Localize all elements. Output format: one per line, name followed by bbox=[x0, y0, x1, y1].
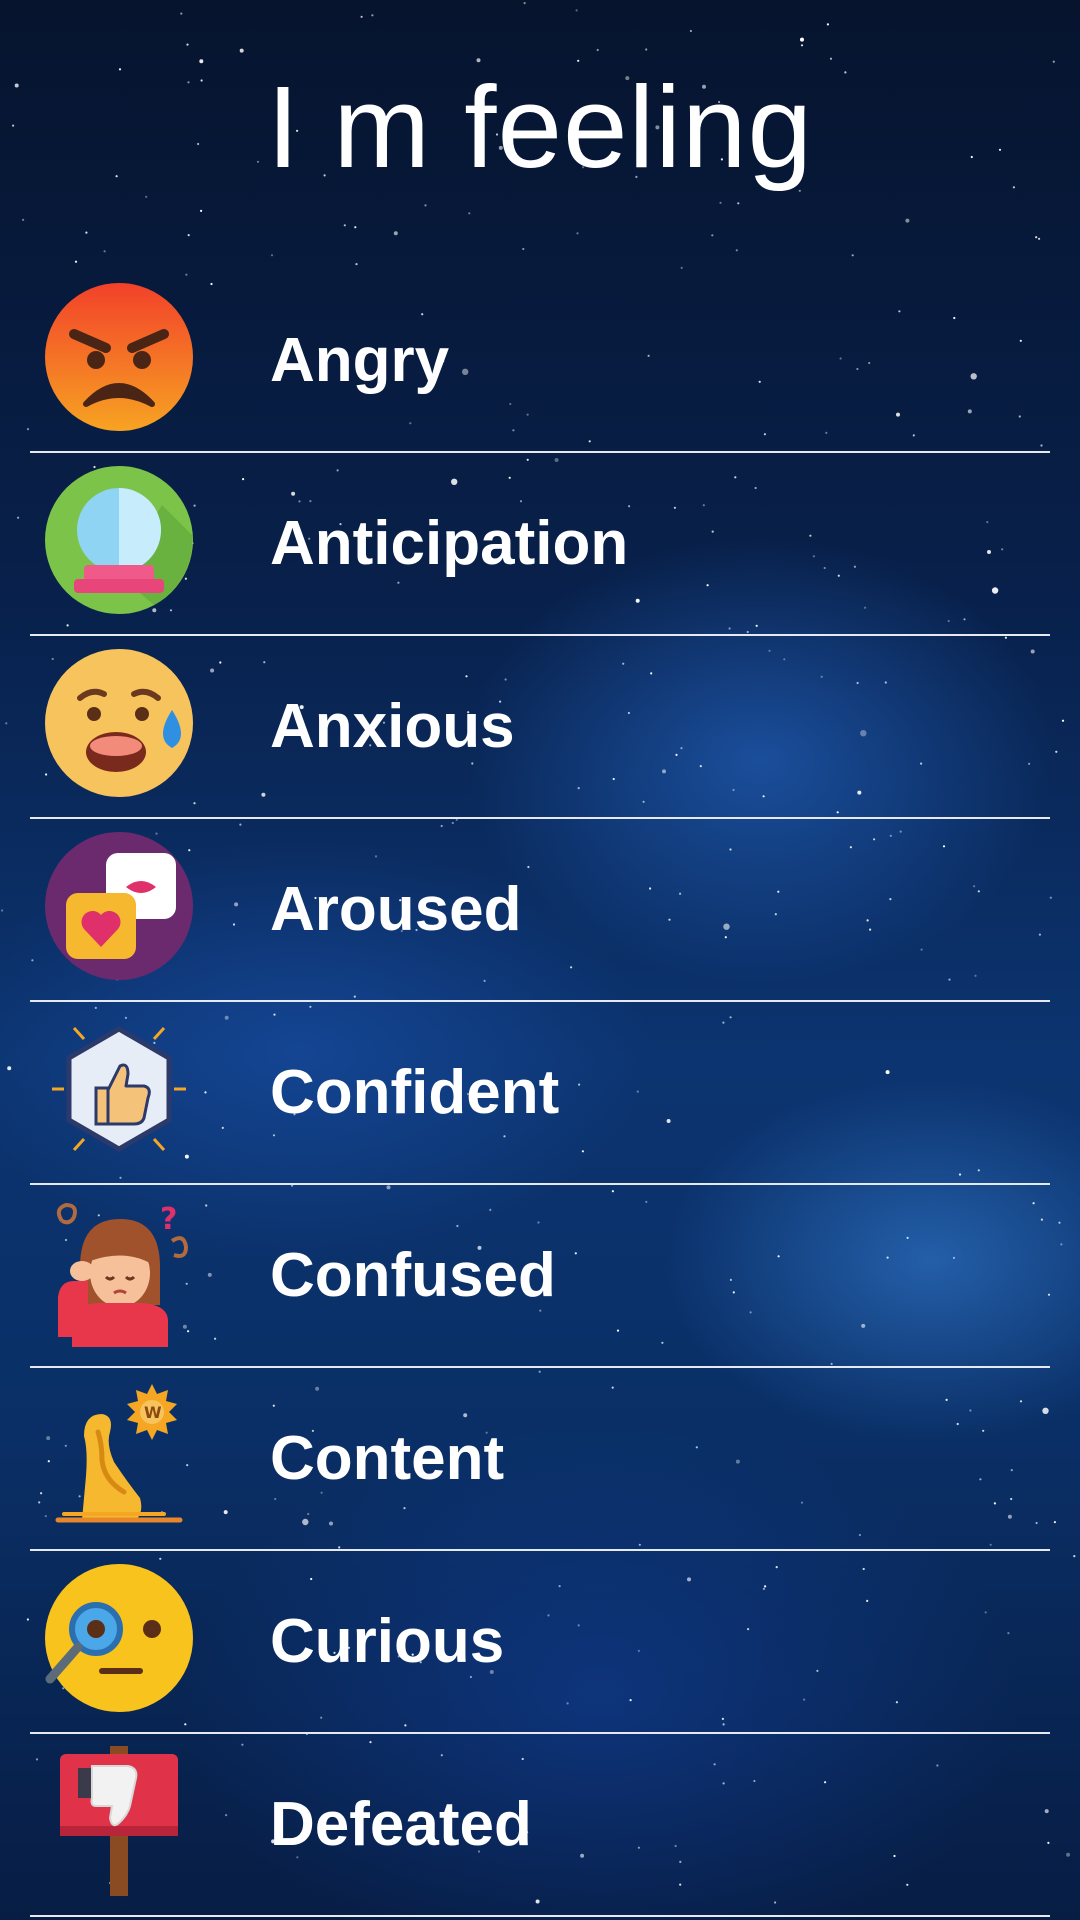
feelings-list: Angry Anticipation Anxious Aroused Confi… bbox=[30, 270, 1050, 1917]
crystal-ball-icon bbox=[44, 465, 194, 615]
feeling-label: Angry bbox=[270, 326, 450, 395]
feeling-item-angry[interactable]: Angry bbox=[30, 270, 1050, 453]
page-title: I m feeling bbox=[266, 62, 814, 192]
thumbs-down-sign-icon bbox=[44, 1746, 194, 1896]
feeling-label: Curious bbox=[270, 1607, 505, 1676]
feeling-item-defeated[interactable]: Defeated bbox=[30, 1734, 1050, 1917]
thumbs-up-hexagon-icon bbox=[44, 1014, 194, 1164]
feeling-item-anxious[interactable]: Anxious bbox=[30, 636, 1050, 819]
feeling-item-content[interactable]: W Content bbox=[30, 1368, 1050, 1551]
feeling-item-confident[interactable]: Confident bbox=[30, 1002, 1050, 1185]
svg-text:?: ? bbox=[160, 1202, 177, 1237]
feeling-label: Anticipation bbox=[270, 509, 629, 578]
feeling-item-confused[interactable]: ? Confused bbox=[30, 1185, 1050, 1368]
feeling-label: Anxious bbox=[270, 692, 515, 761]
content-statue-icon: W bbox=[44, 1380, 194, 1530]
anxious-face-icon bbox=[44, 648, 194, 798]
svg-text:W: W bbox=[144, 1403, 162, 1422]
feeling-item-curious[interactable]: Curious bbox=[30, 1551, 1050, 1734]
curious-face-magnifier-icon bbox=[44, 1563, 194, 1713]
love-messages-icon bbox=[44, 831, 194, 981]
feeling-label: Confident bbox=[270, 1058, 560, 1127]
feeling-item-aroused[interactable]: Aroused bbox=[30, 819, 1050, 1002]
feeling-label: Content bbox=[270, 1424, 505, 1493]
feeling-label: Confused bbox=[270, 1241, 556, 1310]
feeling-item-anticipation[interactable]: Anticipation bbox=[30, 453, 1050, 636]
feeling-label: Defeated bbox=[270, 1790, 532, 1859]
angry-face-icon bbox=[44, 282, 194, 432]
feeling-label: Aroused bbox=[270, 875, 522, 944]
confused-person-icon: ? bbox=[44, 1197, 194, 1347]
